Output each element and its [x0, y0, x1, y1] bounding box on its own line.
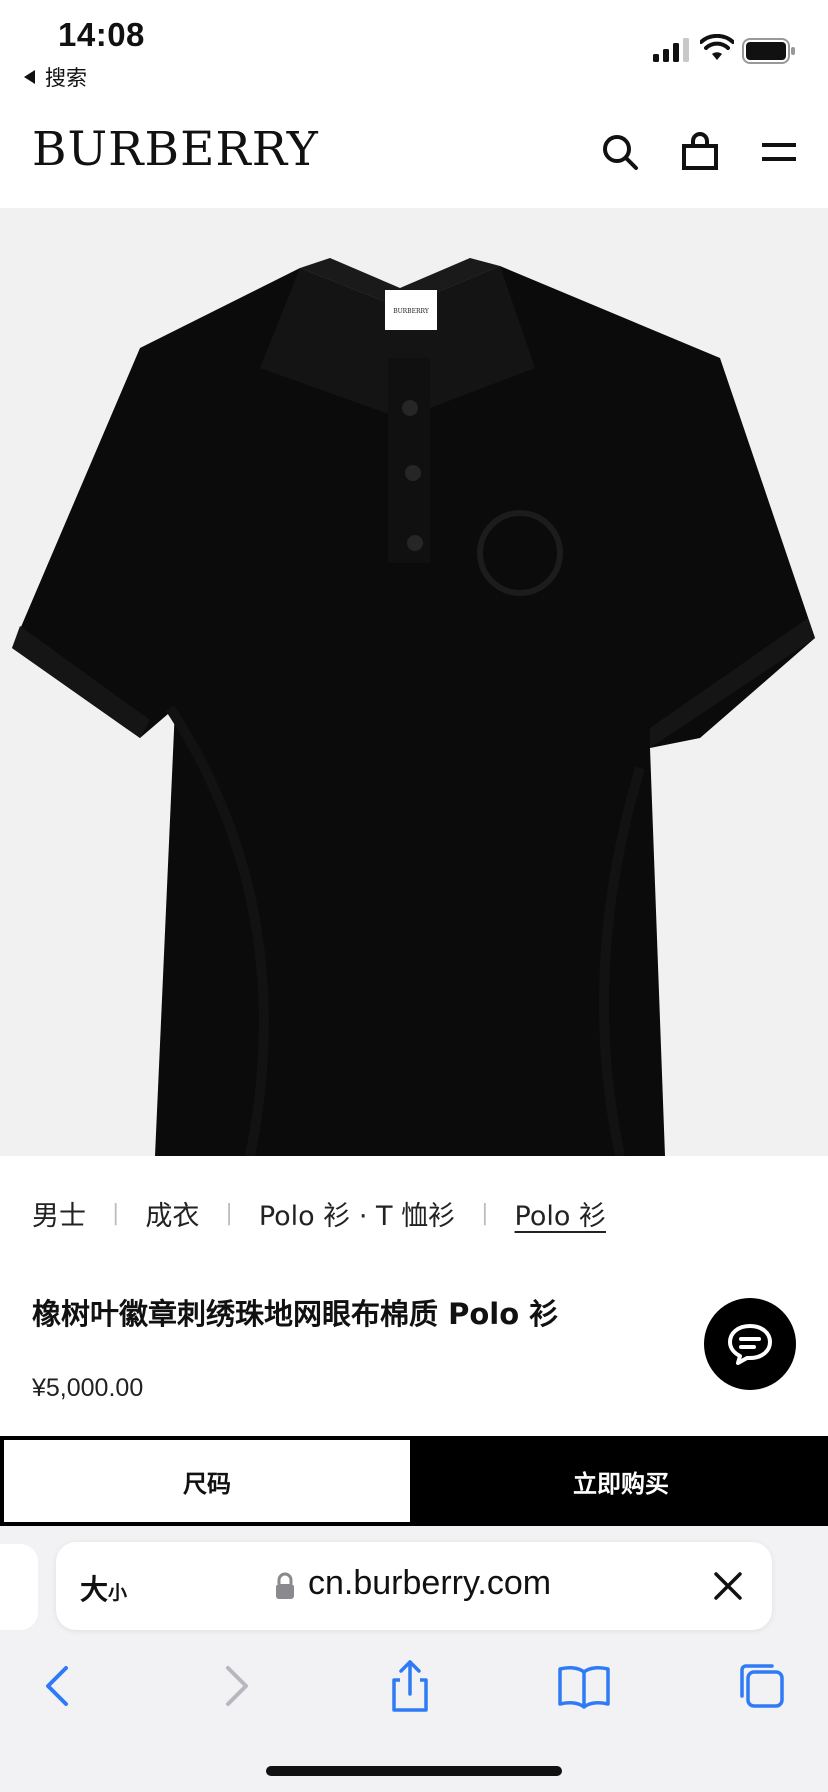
size-button[interactable]: 尺码	[4, 1440, 410, 1522]
home-indicator	[266, 1766, 562, 1776]
menu-icon[interactable]	[760, 132, 800, 172]
text-size-big-label: 大	[80, 1573, 109, 1606]
back-to-search-link[interactable]: 搜索	[24, 62, 87, 92]
chat-bubble-icon	[728, 1324, 772, 1365]
breadcrumb-item-ready-to-wear[interactable]: 成衣	[145, 1194, 199, 1233]
breadcrumb: 男士 | 成衣 | Polo 衫 · T 恤衫 | Polo 衫	[32, 1194, 606, 1233]
address-bar[interactable]: 大小 cn.burberry.com	[56, 1542, 772, 1630]
burberry-logo[interactable]: BURBERRY	[32, 122, 319, 177]
forward-icon[interactable]	[206, 1656, 266, 1716]
status-bar: 14:08 搜索	[0, 0, 828, 96]
shirt-label-text: BURBERRY	[393, 308, 430, 315]
url-text[interactable]: cn.burberry.com	[308, 1564, 551, 1603]
text-size-button[interactable]: 大小	[80, 1568, 127, 1608]
bookmarks-icon[interactable]	[554, 1656, 614, 1716]
battery-icon	[742, 38, 795, 64]
buy-now-button[interactable]: 立即购买	[414, 1436, 828, 1526]
chat-button[interactable]	[704, 1298, 796, 1390]
back-arrow-icon	[24, 70, 35, 84]
search-icon[interactable]	[600, 132, 640, 172]
polo-shirt-illustration: BURBERRY	[12, 258, 815, 1156]
action-bar: 尺码 立即购买	[0, 1436, 828, 1526]
breadcrumb-item-polo-tshirts[interactable]: Polo 衫 · T 恤衫	[259, 1194, 455, 1233]
share-icon[interactable]	[380, 1656, 440, 1716]
signal-icon	[653, 38, 689, 62]
browser-chrome: 大小 cn.burberry.com	[0, 1526, 828, 1792]
tabs-icon[interactable]	[732, 1656, 792, 1716]
back-icon[interactable]	[28, 1656, 88, 1716]
wifi-icon	[700, 34, 734, 60]
breadcrumb-separator: |	[481, 1201, 489, 1226]
close-icon[interactable]	[710, 1568, 746, 1604]
product-title: 橡树叶徽章刺绣珠地网眼布棉质 Polo 衫	[32, 1297, 559, 1331]
shopping-bag-icon[interactable]	[680, 132, 720, 172]
breadcrumb-item-polo[interactable]: Polo 衫	[515, 1194, 606, 1233]
back-to-search-label: 搜索	[45, 66, 87, 90]
product-image[interactable]: BURBERRY	[0, 208, 828, 1156]
breadcrumb-separator: |	[225, 1201, 233, 1226]
previous-tab-preview[interactable]	[0, 1544, 38, 1630]
product-price: ¥5,000.00	[32, 1374, 144, 1402]
breadcrumb-item-men[interactable]: 男士	[32, 1194, 86, 1233]
site-header: BURBERRY	[0, 110, 828, 208]
breadcrumb-separator: |	[112, 1201, 120, 1226]
text-size-small-label: 小	[108, 1582, 128, 1604]
lock-icon	[276, 1572, 294, 1599]
status-time: 14:08	[58, 16, 145, 53]
